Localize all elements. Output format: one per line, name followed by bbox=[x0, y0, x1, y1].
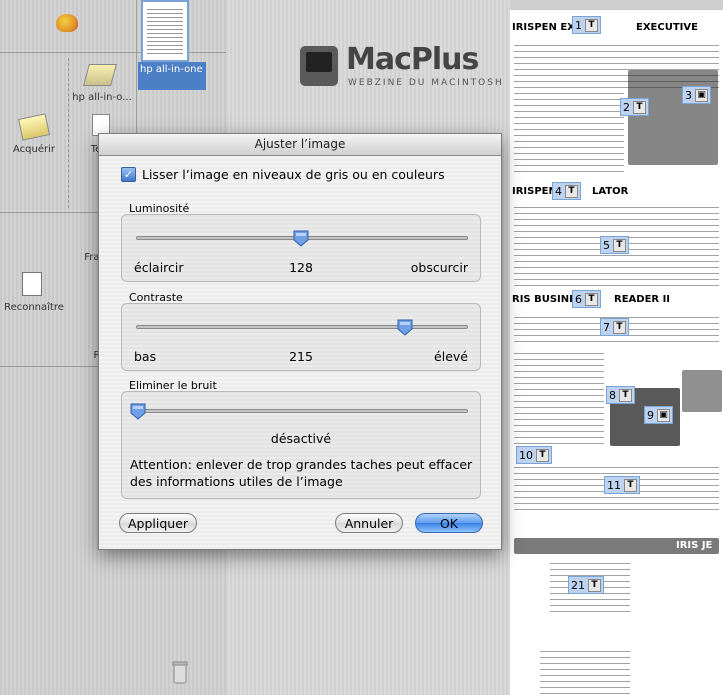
apply-button[interactable]: Appliquer bbox=[119, 513, 197, 533]
text-zone-icon: T bbox=[585, 292, 598, 306]
page-thumbnail[interactable]: hp all-in-one bbox=[138, 0, 206, 95]
trash-icon[interactable] bbox=[172, 660, 188, 684]
doc-heading: EXECUTIVE bbox=[636, 22, 698, 33]
logo-title: MacPlus bbox=[346, 42, 479, 77]
text-zone-icon: T bbox=[565, 184, 578, 198]
adjust-image-dialog: Ajuster l’image ✓ Lisser l’image en nive… bbox=[98, 133, 502, 550]
text-zone-icon: T bbox=[536, 448, 549, 462]
thumbnail-image[interactable] bbox=[141, 0, 189, 62]
acquire-label[interactable]: Acquérir bbox=[4, 144, 64, 155]
doc-heading: READER II bbox=[614, 294, 671, 305]
text-zone-icon: T bbox=[588, 578, 601, 592]
noise-slider-track[interactable] bbox=[136, 409, 468, 413]
thumbnail-caption[interactable]: hp all-in-one bbox=[138, 62, 206, 90]
zone-marker[interactable]: 8T bbox=[606, 386, 635, 404]
doc-picture bbox=[628, 70, 718, 165]
brightness-slider-thumb[interactable] bbox=[293, 230, 309, 247]
noise-warning: Attention: enlever de trop grandes tache… bbox=[130, 457, 473, 489]
text-zone-icon: T bbox=[613, 238, 626, 252]
doc-picture bbox=[682, 370, 722, 412]
contrast-slider-thumb[interactable] bbox=[397, 319, 413, 336]
scanned-document[interactable]: IRISPEN EXP EXECUTIVE IRISPEN LATOR RIS … bbox=[510, 10, 723, 695]
noise-slider-thumb[interactable] bbox=[130, 403, 146, 420]
recognize-label[interactable]: Reconnaître bbox=[2, 302, 66, 313]
contrast-slider-track[interactable] bbox=[136, 325, 468, 329]
acquire-icon[interactable] bbox=[18, 113, 50, 141]
zone-marker[interactable]: 4T bbox=[552, 182, 581, 200]
zone-marker[interactable]: 5T bbox=[600, 236, 629, 254]
zone-marker[interactable]: 9 ▣ bbox=[644, 406, 673, 424]
contrast-value: 215 bbox=[289, 349, 313, 364]
zone-marker[interactable]: 3 ▣ bbox=[682, 86, 711, 104]
dialog-title: Ajuster l’image bbox=[254, 137, 346, 151]
doc-heading: IRISPEN bbox=[512, 186, 557, 197]
text-zone-icon: T bbox=[633, 100, 646, 114]
zone-marker[interactable]: 21 T bbox=[568, 576, 604, 594]
dialog-titlebar[interactable]: Ajuster l’image bbox=[99, 134, 501, 156]
brightness-max-label: obscurcir bbox=[410, 260, 468, 275]
scanner-icon[interactable] bbox=[83, 64, 117, 86]
text-zone-icon: T bbox=[624, 478, 637, 492]
text-zone-icon: T bbox=[585, 18, 598, 32]
image-zone-icon: ▣ bbox=[695, 88, 708, 102]
doc-heading: RIS BUSINE bbox=[512, 294, 576, 305]
zone-marker[interactable]: 11 T bbox=[604, 476, 640, 494]
recognize-icon[interactable] bbox=[22, 272, 42, 296]
zone-marker[interactable]: 1T bbox=[572, 16, 601, 34]
smooth-image-option[interactable]: ✓ Lisser l’image en niveaux de gris ou e… bbox=[121, 167, 445, 182]
panel-vdivider bbox=[68, 58, 70, 208]
device-label[interactable]: hp all-in-o... bbox=[66, 92, 138, 103]
contrast-max-label: élevé bbox=[434, 349, 468, 364]
zone-marker[interactable]: 10 T bbox=[516, 446, 552, 464]
text-zone-icon: T bbox=[619, 388, 632, 402]
ok-button[interactable]: OK bbox=[415, 513, 483, 533]
brightness-group: éclaircir 128 obscurcir bbox=[121, 214, 481, 282]
text-zone-icon: T bbox=[613, 320, 626, 334]
image-zone-icon: ▣ bbox=[657, 408, 670, 422]
palette-icon[interactable] bbox=[56, 14, 78, 32]
doc-text-block bbox=[514, 348, 604, 444]
noise-value: désactivé bbox=[270, 431, 332, 446]
computer-logo-icon bbox=[300, 46, 338, 86]
macplus-logo: MacPlus WEBZINE DU MACINTOSH bbox=[300, 42, 510, 92]
cancel-button[interactable]: Annuler bbox=[335, 513, 403, 533]
doc-text-block bbox=[514, 92, 624, 172]
smooth-checkbox[interactable]: ✓ bbox=[121, 167, 136, 182]
contrast-group: bas 215 élevé bbox=[121, 303, 481, 371]
doc-heading: LATOR bbox=[592, 186, 629, 197]
doc-text-block bbox=[540, 650, 630, 694]
zone-marker[interactable]: 2T bbox=[620, 98, 649, 116]
doc-heading: IRIS JE bbox=[676, 540, 713, 551]
smooth-checkbox-label[interactable]: Lisser l’image en niveaux de gris ou en … bbox=[142, 167, 445, 182]
noise-group: désactivé Attention: enlever de trop gra… bbox=[121, 391, 481, 499]
zone-marker[interactable]: 7T bbox=[600, 318, 629, 336]
zone-marker[interactable]: 6T bbox=[572, 290, 601, 308]
logo-subtitle: WEBZINE DU MACINTOSH bbox=[348, 78, 504, 88]
